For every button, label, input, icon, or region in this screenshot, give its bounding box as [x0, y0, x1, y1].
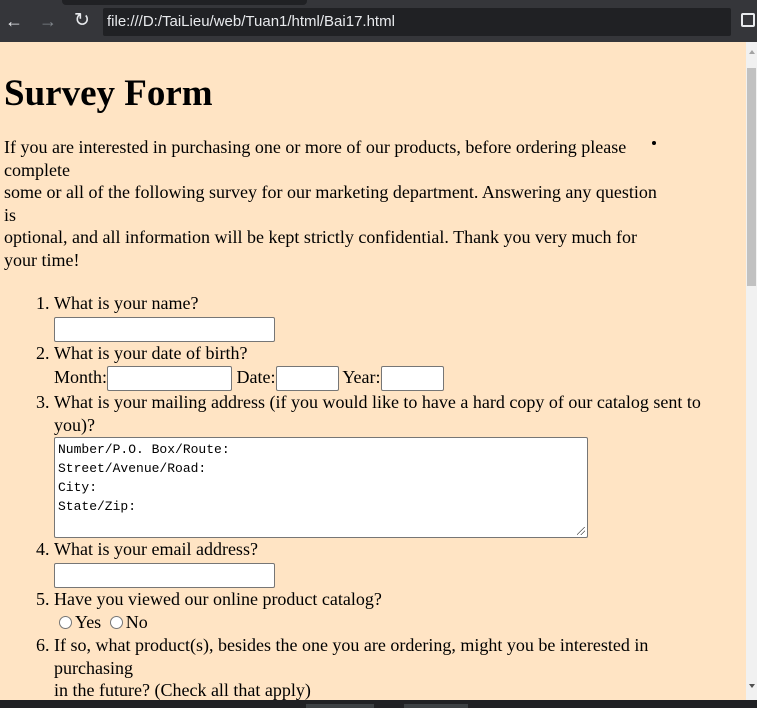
date-input[interactable]	[275, 366, 339, 392]
forward-arrow-icon[interactable]: →	[37, 10, 59, 32]
intro-line: If you are interested in purchasing one …	[4, 137, 627, 157]
page-content: Survey Form If you are interested in pur…	[4, 42, 742, 702]
catalog-radio-group: Yes No	[54, 610, 742, 634]
intro-line: complete	[4, 159, 70, 180]
question-catalog-viewed: Have you viewed our online product catal…	[54, 588, 742, 635]
year-label: Year:	[342, 367, 381, 387]
intro-line: is	[4, 204, 17, 225]
mailing-address-textarea[interactable]: Number/P.O. Box/Route: Street/Avenue/Roa…	[54, 437, 588, 539]
page-title: Survey Form	[4, 73, 213, 114]
question-name: What is your name?	[54, 292, 742, 342]
reload-icon[interactable]: ↻	[71, 10, 93, 32]
email-input[interactable]	[54, 562, 275, 588]
resize-grip-icon[interactable]	[577, 527, 585, 536]
mouse-cursor	[652, 141, 656, 145]
question-label: What is your mailing address (if you wou…	[54, 392, 701, 435]
cast-icon[interactable]	[741, 13, 755, 27]
radio-yes-label: Yes	[75, 612, 102, 633]
radio-no-label: No	[125, 612, 148, 633]
question-email: What is your email address?	[54, 538, 742, 588]
taskbar-item[interactable]	[404, 704, 468, 708]
question-label-line: in the future? (Check all that apply)	[54, 680, 311, 701]
bottom-bar	[0, 700, 757, 708]
intro-line: your time!	[4, 249, 80, 270]
survey-questions: What is your name? What is your date of …	[4, 292, 742, 702]
address-textarea-wrap: Number/P.O. Box/Route: Street/Avenue/Roa…	[54, 437, 588, 539]
question-label-line: If so, what product(s), besides the one …	[54, 635, 649, 656]
active-tab-edge	[62, 0, 307, 5]
scroll-up-arrow-icon[interactable]	[749, 50, 755, 54]
question-mailing-address: What is your mailing address (if you wou…	[54, 391, 742, 539]
month-label: Month:	[54, 367, 108, 387]
address-bar[interactable]: file:///D:/TaiLieu/web/Tuan1/html/Bai17.…	[103, 8, 731, 36]
year-input[interactable]	[380, 366, 444, 392]
question-products-interest: If so, what product(s), besides the one …	[54, 634, 742, 702]
name-input[interactable]	[54, 316, 275, 342]
dob-fields: Month: Date: Year:	[54, 364, 742, 392]
intro-line: optional, and all information will be ke…	[4, 227, 638, 247]
intro-line: some or all of the following survey for …	[4, 182, 657, 202]
question-label: What is your date of birth?	[54, 342, 248, 363]
radio-yes[interactable]	[59, 616, 72, 630]
month-input[interactable]	[107, 366, 233, 392]
question-label-line: purchasing	[54, 657, 133, 678]
radio-no[interactable]	[109, 616, 123, 630]
back-arrow-icon[interactable]: ←	[3, 10, 25, 32]
intro-paragraph: If you are interested in purchasing one …	[4, 136, 742, 271]
browser-toolbar: ← → ↻ file:///D:/TaiLieu/web/Tuan1/html/…	[0, 0, 757, 42]
question-label: Have you viewed our online product catal…	[54, 588, 382, 609]
question-date-of-birth: What is your date of birth? Month: Date:…	[54, 342, 742, 392]
taskbar-item[interactable]	[306, 704, 374, 708]
question-label: What is your email address?	[54, 539, 258, 560]
scroll-down-arrow-icon[interactable]	[749, 684, 755, 688]
question-label: What is your name?	[54, 293, 199, 313]
date-label: Date:	[236, 367, 276, 387]
scrollbar-thumb[interactable]	[747, 68, 756, 286]
